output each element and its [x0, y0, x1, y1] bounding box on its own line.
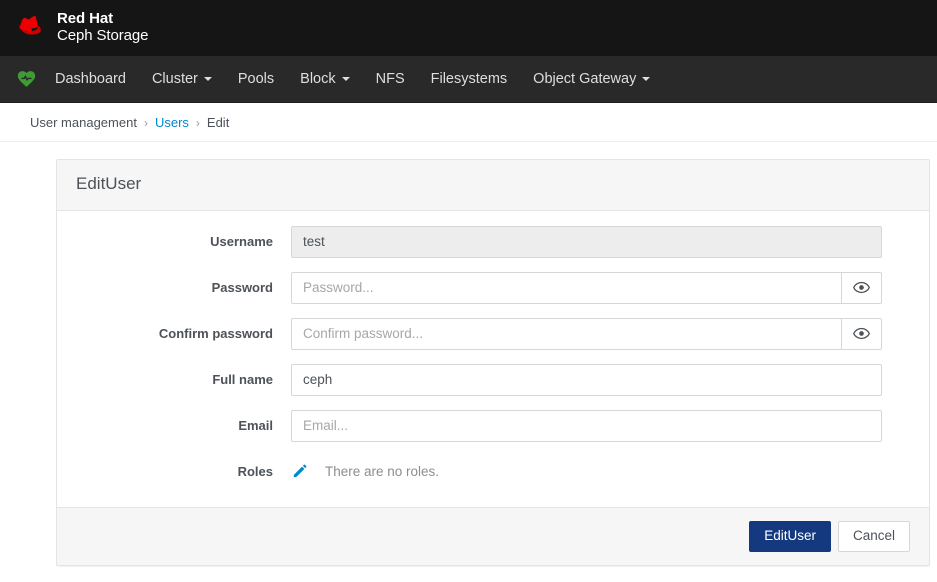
pencil-icon	[293, 464, 307, 478]
cancel-button[interactable]: Cancel	[837, 520, 910, 552]
nav-item-nfs-label: NFS	[375, 71, 405, 87]
confirm-password-control	[291, 317, 882, 350]
username-label: Username	[210, 234, 273, 250]
roles-control: There are no roles.	[291, 464, 882, 479]
eye-icon	[853, 328, 870, 340]
breadcrumb-item-users[interactable]: Users	[155, 115, 189, 130]
nav-item-dashboard-label: Dashboard	[55, 71, 126, 87]
password-label: Password	[211, 280, 273, 296]
roles-value-group: There are no roles.	[291, 464, 439, 479]
form-row-username: Username	[76, 225, 910, 259]
password-visibility-toggle-button[interactable]	[841, 271, 882, 304]
nav-item-nfs[interactable]: NFS	[363, 65, 418, 93]
nav-item-object-gateway[interactable]: Object Gateway	[520, 65, 663, 93]
password-input-group	[291, 271, 882, 304]
breadcrumb-separator-icon: ›	[195, 115, 200, 130]
email-control	[291, 409, 882, 442]
page-title: EditUser	[76, 174, 142, 193]
brand-header: Red Hat Ceph Storage	[0, 0, 937, 56]
edit-user-form: Username Password	[57, 211, 929, 507]
form-row-confirm-password: Confirm password	[76, 317, 910, 351]
heart-pulse-icon	[17, 70, 36, 87]
form-row-roles: Roles There are no roles.	[76, 455, 910, 489]
confirm-password-input[interactable]	[291, 317, 841, 350]
roles-empty-message: There are no roles.	[325, 464, 440, 480]
full-name-label: Full name	[212, 372, 273, 388]
confirm-password-input-group	[291, 317, 882, 350]
nav-item-pools-label: Pools	[237, 71, 275, 87]
red-hat-fedora-icon	[18, 16, 41, 35]
breadcrumb: User management › Users › Edit	[0, 103, 937, 142]
card-header: EditUser	[57, 160, 929, 211]
full-name-control	[291, 363, 882, 396]
nav-item-object-gateway-label: Object Gateway	[533, 71, 637, 87]
breadcrumb-item-edit: Edit	[206, 115, 230, 130]
nav-item-cluster[interactable]: Cluster	[139, 65, 225, 93]
nav-item-pools[interactable]: Pools	[225, 65, 287, 93]
roles-label: Roles	[237, 464, 273, 480]
form-row-email: Email	[76, 409, 910, 443]
breadcrumb-list: User management › Users › Edit	[30, 115, 229, 130]
chevron-down-icon	[642, 77, 651, 81]
confirm-password-label: Confirm password	[158, 326, 273, 342]
nav-item-cluster-label: Cluster	[151, 71, 198, 87]
form-row-full-name: Full name	[76, 363, 910, 397]
nav-item-dashboard[interactable]: Dashboard	[42, 65, 139, 93]
eye-icon	[853, 282, 870, 294]
brand-name-secondary: Ceph Storage	[57, 27, 149, 44]
edit-roles-button[interactable]	[292, 464, 307, 479]
password-control	[291, 271, 882, 304]
confirm-password-visibility-toggle-button[interactable]	[841, 317, 882, 350]
chevron-down-icon	[341, 77, 350, 81]
nav-item-block-label: Block	[300, 71, 336, 87]
page-content: EditUser Username Password	[0, 142, 937, 566]
nav-item-list: Dashboard Cluster Pools Block NFS Filesy…	[42, 65, 663, 93]
email-field[interactable]	[291, 409, 882, 442]
brand-name-primary: Red Hat	[57, 10, 113, 28]
nav-item-block[interactable]: Block	[287, 65, 362, 93]
chevron-down-icon	[203, 77, 212, 81]
card-footer: EditUser Cancel	[57, 506, 929, 565]
username-control	[291, 225, 882, 258]
nav-item-filesystems[interactable]: Filesystems	[418, 65, 521, 93]
breadcrumb-separator-icon: ›	[143, 115, 148, 130]
username-input	[291, 225, 882, 258]
full-name-input[interactable]	[291, 363, 882, 396]
email-label: Email	[238, 418, 273, 434]
edit-user-card: EditUser Username Password	[56, 159, 930, 566]
password-input[interactable]	[291, 271, 841, 304]
breadcrumb-item-user-management: User management	[30, 115, 137, 130]
nav-item-filesystems-label: Filesystems	[430, 71, 508, 87]
form-row-password: Password	[76, 271, 910, 305]
brand-logo-link[interactable]: Red Hat Ceph Storage	[18, 10, 149, 45]
main-navigation-bar: Dashboard Cluster Pools Block NFS Filesy…	[0, 56, 937, 103]
submit-edit-user-button[interactable]: EditUser	[749, 520, 831, 552]
